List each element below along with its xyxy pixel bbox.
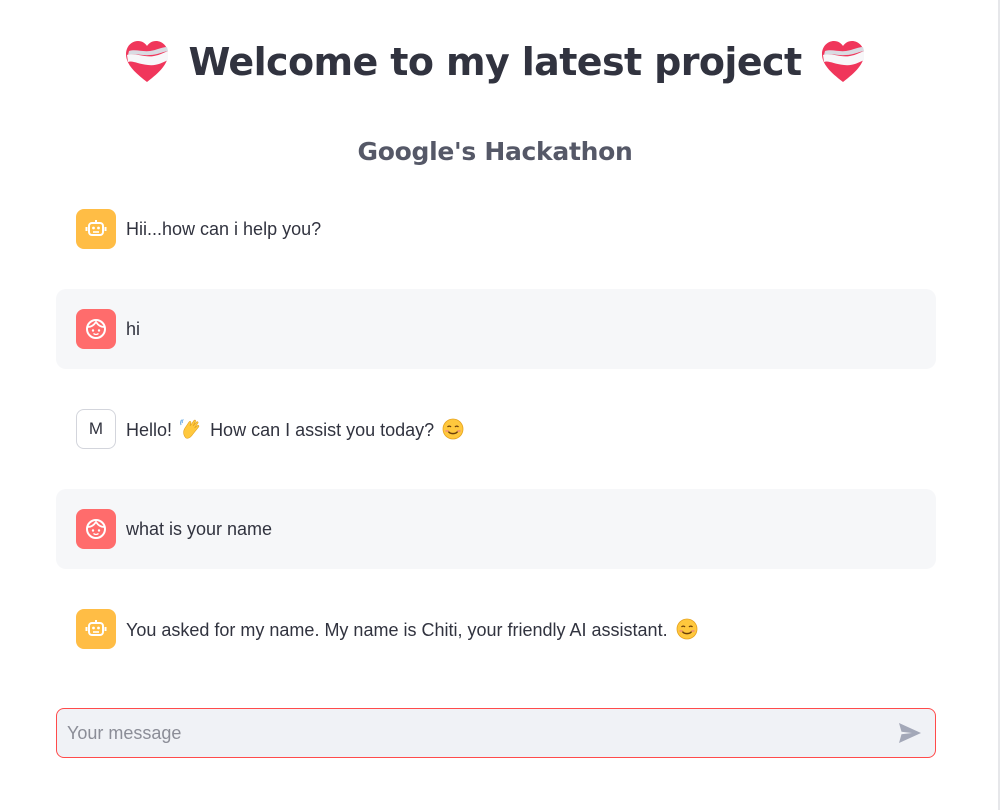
message-text-part: How can I assist you today? bbox=[210, 419, 435, 440]
page-subtitle: Google's Hackathon bbox=[357, 137, 633, 166]
user-face-icon bbox=[86, 519, 106, 539]
assistant-avatar bbox=[76, 209, 116, 249]
heart-ribbon-icon bbox=[821, 41, 864, 82]
page-title-row: Welcome to my latest project bbox=[0, 34, 990, 90]
message-text-part: You asked for my name. My name is Chiti,… bbox=[126, 619, 668, 640]
user-avatar bbox=[76, 509, 116, 549]
page-title: Welcome to my latest project bbox=[188, 40, 802, 84]
chat-message-assistant: Hii...how can i help you? bbox=[56, 189, 936, 269]
smiling-face-icon bbox=[676, 618, 697, 639]
chat-message-assistant: You asked for my name. My name is Chiti,… bbox=[56, 589, 936, 669]
chat-message-user: what is your name bbox=[56, 489, 936, 569]
heart-ribbon-icon bbox=[126, 41, 169, 82]
chat-input-container bbox=[56, 708, 936, 758]
message-text: You asked for my name. My name is Chiti,… bbox=[126, 618, 701, 641]
chat-message-assistant: M Hello! How can I assist you today? bbox=[56, 389, 936, 469]
assistant-avatar bbox=[76, 609, 116, 649]
user-avatar bbox=[76, 309, 116, 349]
message-text: hi bbox=[126, 318, 141, 339]
message-text: what is your name bbox=[126, 518, 273, 539]
send-icon bbox=[899, 723, 921, 743]
robot-icon bbox=[85, 220, 107, 236]
app-page: Welcome to my latest project Google's Ha… bbox=[0, 0, 1000, 810]
user-face-icon bbox=[86, 319, 106, 339]
send-button[interactable] bbox=[885, 709, 935, 757]
chat-message-user: hi bbox=[56, 289, 936, 369]
chat-message-input[interactable] bbox=[57, 708, 885, 758]
waving-hand-icon bbox=[180, 418, 200, 439]
message-text: Hii...how can i help you? bbox=[126, 218, 322, 239]
message-text: Hello! How can I assist you today? bbox=[126, 418, 467, 441]
message-text-part: Hello! bbox=[126, 419, 173, 440]
assistant-avatar: M bbox=[76, 409, 116, 449]
robot-icon bbox=[85, 620, 107, 636]
smiling-face-icon bbox=[442, 418, 464, 439]
